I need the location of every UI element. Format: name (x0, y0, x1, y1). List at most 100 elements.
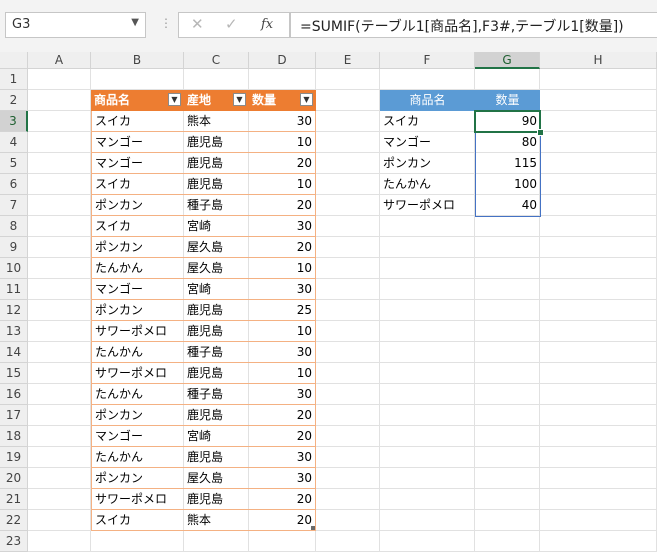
table-resize-handle-icon[interactable] (311, 526, 315, 530)
table-cell[interactable]: マンゴー (91, 279, 184, 300)
table-header-cell[interactable]: 産地 ▼ (184, 90, 249, 111)
table-cell[interactable]: 鹿児島 (184, 300, 249, 321)
table-cell[interactable]: マンゴー (91, 153, 184, 174)
row-header-21[interactable]: 21 (0, 489, 28, 510)
row-header-11[interactable]: 11 (0, 279, 28, 300)
table-cell[interactable]: 鹿児島 (184, 405, 249, 426)
table-cell[interactable]: 熊本 (184, 111, 249, 132)
summary-product-cell[interactable]: ポンカン (380, 153, 475, 174)
table-cell[interactable]: 屋久島 (184, 468, 249, 489)
table-cell[interactable]: 10 (249, 132, 316, 153)
table-cell[interactable]: 鹿児島 (184, 153, 249, 174)
row-header-16[interactable]: 16 (0, 384, 28, 405)
summary-header-cell[interactable]: 商品名 (380, 90, 475, 111)
select-all-corner[interactable] (0, 52, 28, 69)
table-cell[interactable]: 宮崎 (184, 279, 249, 300)
row-header-12[interactable]: 12 (0, 300, 28, 321)
column-header-c[interactable]: C (184, 52, 249, 69)
column-header-a[interactable]: A (28, 52, 91, 69)
table-cell[interactable]: 20 (249, 510, 316, 531)
summary-quantity-cell[interactable]: 100 (475, 174, 540, 195)
table-cell[interactable]: マンゴー (91, 426, 184, 447)
summary-quantity-cell[interactable]: 40 (475, 195, 540, 216)
table-cell[interactable]: たんかん (91, 258, 184, 279)
column-header-g[interactable]: G (475, 52, 540, 69)
table-cell[interactable]: ポンカン (91, 195, 184, 216)
table-cell[interactable]: 20 (249, 153, 316, 174)
table-cell[interactable]: 熊本 (184, 510, 249, 531)
row-header-8[interactable]: 8 (0, 216, 28, 237)
table-cell[interactable]: 宮崎 (184, 216, 249, 237)
table-cell[interactable]: 30 (249, 279, 316, 300)
drag-handle-icon[interactable]: ⋮ (160, 16, 172, 30)
table-cell[interactable]: 30 (249, 216, 316, 237)
row-header-23[interactable]: 23 (0, 531, 28, 552)
filter-dropdown-icon[interactable]: ▼ (168, 93, 181, 106)
name-box[interactable]: G3 ▼ (5, 12, 146, 38)
table-cell[interactable]: 種子島 (184, 195, 249, 216)
table-header-cell[interactable]: 数量 ▼ (249, 90, 316, 111)
summary-product-cell[interactable]: サワーポメロ (380, 195, 475, 216)
row-header-19[interactable]: 19 (0, 447, 28, 468)
enter-button[interactable]: ✓ (225, 15, 238, 33)
table-cell[interactable]: マンゴー (91, 132, 184, 153)
summary-header-cell[interactable]: 数量 (475, 90, 540, 111)
row-header-6[interactable]: 6 (0, 174, 28, 195)
table-cell[interactable]: ポンカン (91, 237, 184, 258)
fill-handle[interactable] (537, 129, 544, 136)
table-cell[interactable]: スイカ (91, 174, 184, 195)
row-header-14[interactable]: 14 (0, 342, 28, 363)
summary-product-cell[interactable]: たんかん (380, 174, 475, 195)
table-cell[interactable]: ポンカン (91, 405, 184, 426)
table-cell[interactable]: 10 (249, 258, 316, 279)
row-header-4[interactable]: 4 (0, 132, 28, 153)
table-cell[interactable]: 鹿児島 (184, 132, 249, 153)
table-cell[interactable]: 20 (249, 405, 316, 426)
table-cell[interactable]: 10 (249, 363, 316, 384)
column-header-e[interactable]: E (316, 52, 380, 69)
table-cell[interactable]: たんかん (91, 384, 184, 405)
formula-input[interactable]: =SUMIF(テーブル1[商品名],F3#,テーブル1[数量]) (290, 12, 657, 38)
table-cell[interactable]: 屋久島 (184, 237, 249, 258)
table-cell[interactable]: 10 (249, 174, 316, 195)
table-cell[interactable]: 30 (249, 468, 316, 489)
table-cell[interactable]: 30 (249, 111, 316, 132)
row-header-1[interactable]: 1 (0, 69, 28, 90)
row-header-7[interactable]: 7 (0, 195, 28, 216)
column-header-h[interactable]: H (540, 52, 657, 69)
table-cell[interactable]: 20 (249, 237, 316, 258)
table-cell[interactable]: 種子島 (184, 342, 249, 363)
table-cell[interactable]: 10 (249, 321, 316, 342)
table-cell[interactable]: ポンカン (91, 300, 184, 321)
summary-quantity-cell[interactable]: 115 (475, 153, 540, 174)
summary-product-cell[interactable]: スイカ (380, 111, 475, 132)
table-cell[interactable]: サワーポメロ (91, 321, 184, 342)
table-cell[interactable]: 30 (249, 384, 316, 405)
table-cell[interactable]: たんかん (91, 447, 184, 468)
table-cell[interactable]: 鹿児島 (184, 363, 249, 384)
row-header-10[interactable]: 10 (0, 258, 28, 279)
row-header-22[interactable]: 22 (0, 510, 28, 531)
cancel-button[interactable]: ✕ (191, 15, 204, 33)
table-cell[interactable]: 25 (249, 300, 316, 321)
table-cell[interactable]: 30 (249, 342, 316, 363)
summary-quantity-cell[interactable]: 80 (475, 132, 540, 153)
summary-product-cell[interactable]: マンゴー (380, 132, 475, 153)
table-cell[interactable]: 30 (249, 447, 316, 468)
table-cell[interactable]: スイカ (91, 111, 184, 132)
table-cell[interactable]: 20 (249, 426, 316, 447)
table-cell[interactable]: 鹿児島 (184, 321, 249, 342)
row-header-20[interactable]: 20 (0, 468, 28, 489)
row-header-5[interactable]: 5 (0, 153, 28, 174)
column-header-b[interactable]: B (91, 52, 184, 69)
table-header-cell[interactable]: 商品名 ▼ (91, 90, 184, 111)
row-header-15[interactable]: 15 (0, 363, 28, 384)
chevron-down-icon[interactable]: ▼ (131, 17, 139, 28)
table-cell[interactable]: 種子島 (184, 384, 249, 405)
row-header-3[interactable]: 3 (0, 111, 28, 132)
table-cell[interactable]: 鹿児島 (184, 174, 249, 195)
column-header-d[interactable]: D (249, 52, 316, 69)
row-header-9[interactable]: 9 (0, 237, 28, 258)
table-cell[interactable]: ポンカン (91, 468, 184, 489)
row-header-18[interactable]: 18 (0, 426, 28, 447)
